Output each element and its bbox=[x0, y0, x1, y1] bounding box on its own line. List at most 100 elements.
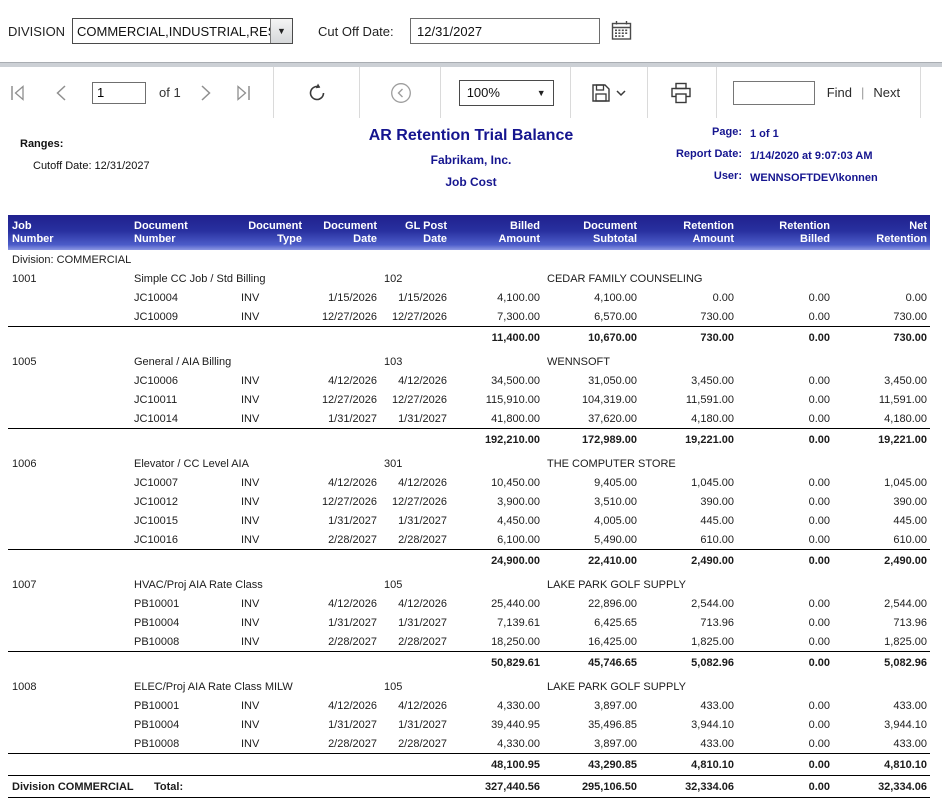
find-input[interactable] bbox=[733, 81, 815, 105]
zoom-select[interactable]: 100% ▼ bbox=[459, 80, 554, 106]
gl-post-date: 4/12/2026 bbox=[380, 696, 450, 715]
document-date: 4/12/2026 bbox=[305, 371, 380, 390]
document-subtotal: 5,490.00 bbox=[543, 530, 640, 550]
division-select[interactable]: COMMERCIAL,INDUSTRIAL,RESID ▼ bbox=[72, 18, 293, 44]
first-page-button[interactable] bbox=[8, 84, 28, 102]
report-viewport: Ranges: Cutoff Date: 12/31/2027 AR Reten… bbox=[0, 118, 942, 801]
cutoff-date-input[interactable] bbox=[410, 18, 600, 44]
cell bbox=[8, 409, 130, 429]
cell bbox=[8, 550, 450, 572]
find-button[interactable]: Find bbox=[827, 85, 852, 100]
find-next-divider: | bbox=[861, 85, 864, 100]
cell bbox=[450, 352, 543, 371]
total-document-subtotal: 172,989.00 bbox=[543, 429, 640, 451]
user-meta-label: User: bbox=[602, 170, 742, 182]
document-date: 4/12/2026 bbox=[305, 696, 380, 715]
cell bbox=[8, 754, 450, 776]
previous-page-button[interactable] bbox=[54, 84, 68, 102]
division-select-value: COMMERCIAL,INDUSTRIAL,RESID bbox=[77, 24, 270, 39]
net-retention: 0.00 bbox=[833, 288, 930, 307]
cell bbox=[450, 269, 543, 288]
report-title: AR Retention Trial Balance bbox=[0, 127, 942, 145]
retention-billed: 0.00 bbox=[737, 594, 833, 613]
document-type: INV bbox=[237, 492, 305, 511]
chevron-down-icon[interactable]: ▼ bbox=[270, 19, 292, 43]
total-net-retention: 4,810.10 bbox=[833, 754, 930, 776]
division-total-subtotal: 295,106.50 bbox=[543, 776, 640, 798]
cell bbox=[8, 327, 450, 349]
user-meta-value: WENNSOFTDEV\konnen bbox=[750, 172, 878, 184]
total-document-subtotal: 45,746.65 bbox=[543, 652, 640, 674]
back-button[interactable] bbox=[390, 82, 412, 104]
job-description: General / AIA Billing bbox=[130, 352, 380, 371]
gl-post-date: 1/31/2027 bbox=[380, 409, 450, 429]
division-total-row: Division COMMERCIALTotal:327,440.56295,1… bbox=[8, 776, 930, 798]
document-type: INV bbox=[237, 632, 305, 652]
net-retention: 2,544.00 bbox=[833, 594, 930, 613]
document-row: PB10001INV4/12/20264/12/202625,440.0022,… bbox=[8, 594, 930, 613]
division-label: DIVISION bbox=[8, 24, 65, 39]
report-date-meta-label: Report Date: bbox=[602, 148, 742, 160]
next-page-button[interactable] bbox=[199, 84, 213, 102]
division-total-retention-billed: 0.00 bbox=[737, 776, 833, 798]
document-number: JC10004 bbox=[130, 288, 237, 307]
document-type: INV bbox=[237, 409, 305, 429]
net-retention: 433.00 bbox=[833, 734, 930, 754]
billed-amount: 34,500.00 bbox=[450, 371, 543, 390]
cell bbox=[450, 677, 543, 696]
job-row: 1006Elevator / CC Level AIA301THE COMPUT… bbox=[8, 454, 930, 473]
document-date: 1/31/2027 bbox=[305, 409, 380, 429]
retention-billed: 0.00 bbox=[737, 307, 833, 327]
export-save-button[interactable] bbox=[591, 83, 627, 103]
retention-amount: 2,544.00 bbox=[640, 594, 737, 613]
page-meta-value: 1 of 1 bbox=[750, 128, 779, 140]
billed-amount: 6,100.00 bbox=[450, 530, 543, 550]
last-page-button[interactable] bbox=[233, 84, 253, 102]
retention-amount: 3,944.10 bbox=[640, 715, 737, 734]
document-subtotal: 4,100.00 bbox=[543, 288, 640, 307]
table-header-row: Job NumberDocument NumberDocument TypeDo… bbox=[8, 215, 930, 250]
calendar-icon[interactable] bbox=[611, 20, 632, 41]
job-number: 1006 bbox=[8, 454, 130, 473]
net-retention: 610.00 bbox=[833, 530, 930, 550]
cutoff-date-label: Cut Off Date: bbox=[318, 24, 394, 39]
billed-amount: 39,440.95 bbox=[450, 715, 543, 734]
total-retention-billed: 0.00 bbox=[737, 550, 833, 572]
total-retention-billed: 0.00 bbox=[737, 429, 833, 451]
retention-billed: 0.00 bbox=[737, 288, 833, 307]
division-total-label: Division COMMERCIAL bbox=[8, 776, 130, 798]
job-number: 1001 bbox=[8, 269, 130, 288]
document-number: PB10008 bbox=[130, 734, 237, 754]
job-total-row: 50,829.6145,746.655,082.960.005,082.96 bbox=[8, 652, 930, 674]
cell bbox=[8, 613, 130, 632]
document-subtotal: 3,510.00 bbox=[543, 492, 640, 511]
toolbar-divider bbox=[440, 67, 441, 118]
cell bbox=[450, 575, 543, 594]
page-number-input[interactable] bbox=[92, 82, 146, 104]
document-number: JC10009 bbox=[130, 307, 237, 327]
billed-amount: 25,440.00 bbox=[450, 594, 543, 613]
document-type: INV bbox=[237, 613, 305, 632]
document-number: JC10016 bbox=[130, 530, 237, 550]
customer-name: THE COMPUTER STORE bbox=[543, 454, 930, 473]
customer-name: CEDAR FAMILY COUNSELING bbox=[543, 269, 930, 288]
find-next-button[interactable]: Next bbox=[873, 85, 900, 100]
retention-amount: 4,180.00 bbox=[640, 409, 737, 429]
division-total-caption: Total: bbox=[130, 776, 450, 798]
billed-amount: 18,250.00 bbox=[450, 632, 543, 652]
net-retention: 433.00 bbox=[833, 696, 930, 715]
print-button[interactable] bbox=[670, 82, 692, 104]
retention-billed: 0.00 bbox=[737, 715, 833, 734]
document-type: INV bbox=[237, 307, 305, 327]
document-number: PB10001 bbox=[130, 594, 237, 613]
retention-billed: 0.00 bbox=[737, 473, 833, 492]
refresh-button[interactable] bbox=[306, 82, 328, 104]
document-type: INV bbox=[237, 594, 305, 613]
gl-post-date: 2/28/2027 bbox=[380, 734, 450, 754]
total-document-subtotal: 22,410.00 bbox=[543, 550, 640, 572]
document-row: JC10006INV4/12/20264/12/202634,500.0031,… bbox=[8, 371, 930, 390]
retention-amount: 730.00 bbox=[640, 307, 737, 327]
document-date: 12/27/2026 bbox=[305, 492, 380, 511]
job-total-row: 192,210.00172,989.0019,221.000.0019,221.… bbox=[8, 429, 930, 451]
job-total-row: 24,900.0022,410.002,490.000.002,490.00 bbox=[8, 550, 930, 572]
